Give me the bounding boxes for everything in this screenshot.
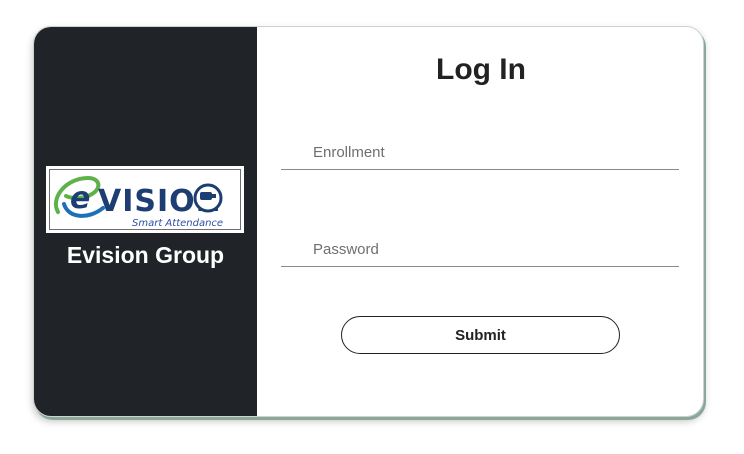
logo-initial: e — [70, 181, 90, 216]
login-card: e VISION Smart Attendance Evision Group … — [33, 26, 704, 417]
submit-button[interactable]: Submit — [341, 316, 620, 354]
password-input[interactable] — [281, 233, 679, 267]
brand-name: Evision Group — [66, 242, 225, 268]
enrollment-input[interactable] — [281, 136, 679, 170]
evision-logo-graphic: e VISION Smart Attendance — [54, 175, 223, 229]
evision-logo: e VISION Smart Attendance — [46, 166, 244, 233]
brand-panel: e VISION Smart Attendance Evision Group — [34, 27, 257, 416]
logo-tagline: Smart Attendance — [132, 218, 223, 229]
page-title: Log In — [436, 53, 526, 86]
login-form: Log In Submit — [257, 27, 703, 416]
